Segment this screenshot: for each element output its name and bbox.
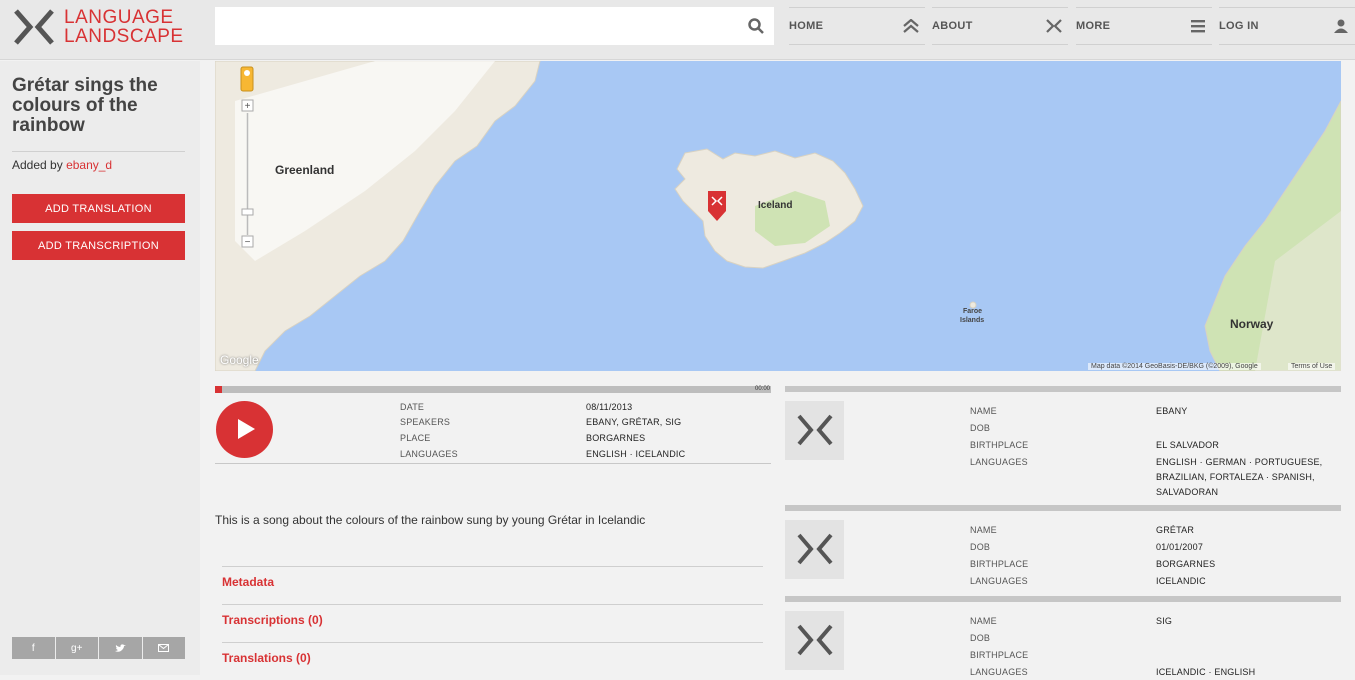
search-box: [215, 7, 774, 45]
sidebar: Grétar sings the colours of the rainbow …: [0, 61, 200, 675]
added-by-user-link[interactable]: ebany_d: [66, 158, 112, 172]
logo[interactable]: LANGUAGE LANDSCAPE: [12, 7, 202, 47]
menu-icon: [1191, 20, 1205, 33]
added-by-prefix: Added by: [12, 158, 63, 172]
map[interactable]: + − Greenland Iceland Faroe Islands Norw…: [215, 61, 1341, 371]
speaker-languages-label: LANGUAGES: [970, 667, 1028, 677]
speaker-languages-label: LANGUAGES: [970, 457, 1028, 467]
map-canvas[interactable]: + −: [215, 61, 1341, 371]
nav-home-label: HOME: [789, 20, 824, 32]
map-attribution: Map data ©2014 GeoBasis-DE/BKG (©2009), …: [1088, 363, 1261, 370]
play-button[interactable]: [216, 401, 273, 458]
logo-line-1: LANGUAGE: [64, 7, 174, 28]
speaker-birthplace-label: BIRTHPLACE: [970, 440, 1029, 450]
nav-more[interactable]: MORE: [1076, 7, 1212, 45]
share-bar: f g+: [12, 637, 185, 659]
facebook-share-button[interactable]: f: [12, 637, 55, 659]
page-title: Grétar sings the colours of the rainbow: [12, 75, 158, 136]
google-logo[interactable]: Google: [220, 353, 259, 367]
email-icon: [158, 644, 170, 652]
place-value: BORGARNES: [586, 433, 646, 443]
logo-mark-icon: [1046, 19, 1062, 33]
search-icon[interactable]: [748, 18, 764, 34]
audio-progress-bar[interactable]: 00:00: [215, 386, 771, 393]
search-input[interactable]: [215, 7, 774, 45]
map-label-iceland: Iceland: [758, 200, 793, 211]
speaker-name-label: NAME: [970, 525, 997, 535]
twitter-share-button[interactable]: [99, 637, 142, 659]
date-label: DATE: [400, 402, 425, 412]
speaker-birthplace: BORGARNES: [1156, 559, 1216, 569]
metadata-section[interactable]: Metadata: [222, 566, 763, 604]
svg-text:−: −: [245, 237, 251, 248]
svg-text:+: +: [245, 101, 251, 112]
nav-login-label: LOG IN: [1219, 20, 1259, 32]
translations-section[interactable]: Translations (0): [222, 642, 763, 680]
divider: [12, 151, 185, 152]
speaker-dob-label: DOB: [970, 423, 991, 433]
logo-mark-icon: [797, 533, 833, 565]
speaker-name: EBANY: [1156, 406, 1188, 416]
speaker-dob-label: DOB: [970, 542, 991, 552]
divider: [215, 463, 771, 464]
speaker-languages[interactable]: ICELANDIC: [1156, 574, 1326, 589]
speaker-dob: 01/01/2007: [1156, 542, 1204, 552]
speaker-card[interactable]: NAME SIG DOB BIRTHPLACE LANGUAGES ICELAN…: [785, 596, 1341, 677]
audio-time: 00:00: [754, 386, 770, 392]
languages-label: LANGUAGES: [400, 449, 458, 459]
speaker-languages[interactable]: ENGLISH · GERMAN · PORTUGUESE, BRAZILIAN…: [1156, 455, 1326, 500]
nav-home[interactable]: HOME: [789, 7, 925, 45]
recording-description: This is a song about the colours of the …: [215, 513, 646, 527]
map-label-faroe-1: Faroe: [963, 308, 983, 315]
speakers-value: EBANY, GRÉTAR, SIG: [586, 417, 682, 427]
speaker-languages[interactable]: ICELANDIC · ENGLISH: [1156, 665, 1326, 680]
speaker-dob-label: DOB: [970, 633, 991, 643]
place-label: PLACE: [400, 433, 431, 443]
logo-mark-icon: [14, 9, 54, 45]
avatar: [785, 520, 844, 579]
user-icon: [1334, 19, 1348, 33]
languages-value[interactable]: ENGLISH · ICELANDIC: [586, 449, 685, 459]
map-label-faroe-2: Islands: [960, 317, 985, 324]
nav-about[interactable]: ABOUT: [932, 7, 1068, 45]
top-bar: LANGUAGE LANDSCAPE HOME ABOUT MORE LOG I…: [0, 0, 1355, 60]
map-label-greenland: Greenland: [275, 163, 335, 177]
speaker-name-label: NAME: [970, 406, 997, 416]
speaker-card[interactable]: NAME GRÉTAR DOB 01/01/2007 BIRTHPLACE BO…: [785, 505, 1341, 595]
logo-line-2: LANDSCAPE: [64, 26, 184, 47]
speaker-name: SIG: [1156, 616, 1173, 626]
speaker-card[interactable]: NAME EBANY DOB BIRTHPLACE EL SALVADOR LA…: [785, 386, 1341, 506]
logo-mark-icon: [797, 414, 833, 446]
googleplus-share-button[interactable]: g+: [55, 637, 98, 659]
nav-more-label: MORE: [1076, 20, 1111, 32]
logo-text: LANGUAGE LANDSCAPE: [64, 8, 184, 46]
audio-progress-fill: [215, 386, 222, 393]
transcriptions-section[interactable]: Transcriptions (0): [222, 604, 763, 642]
logo-mark-icon: [797, 624, 833, 656]
speaker-name: GRÉTAR: [1156, 525, 1195, 535]
add-translation-button[interactable]: ADD TRANSLATION: [12, 194, 185, 223]
added-by: Added by ebany_d: [12, 158, 112, 172]
add-transcription-button[interactable]: ADD TRANSCRIPTION: [12, 231, 185, 260]
speaker-birthplace-label: BIRTHPLACE: [970, 650, 1029, 660]
email-share-button[interactable]: [142, 637, 185, 659]
nav-login[interactable]: LOG IN: [1219, 7, 1355, 45]
speaker-name-label: NAME: [970, 616, 997, 626]
map-label-norway: Norway: [1230, 317, 1274, 331]
avatar: [785, 401, 844, 460]
avatar: [785, 611, 844, 670]
speakers-label: SPEAKERS: [400, 417, 451, 427]
twitter-icon: [114, 643, 126, 652]
date-value: 08/11/2013: [586, 402, 633, 412]
speaker-languages-label: LANGUAGES: [970, 576, 1028, 586]
speaker-birthplace: EL SALVADOR: [1156, 440, 1220, 450]
home-icon: [903, 19, 919, 33]
terms-of-use-link[interactable]: Terms of Use: [1288, 363, 1336, 370]
nav-about-label: ABOUT: [932, 20, 973, 32]
speaker-birthplace-label: BIRTHPLACE: [970, 559, 1029, 569]
